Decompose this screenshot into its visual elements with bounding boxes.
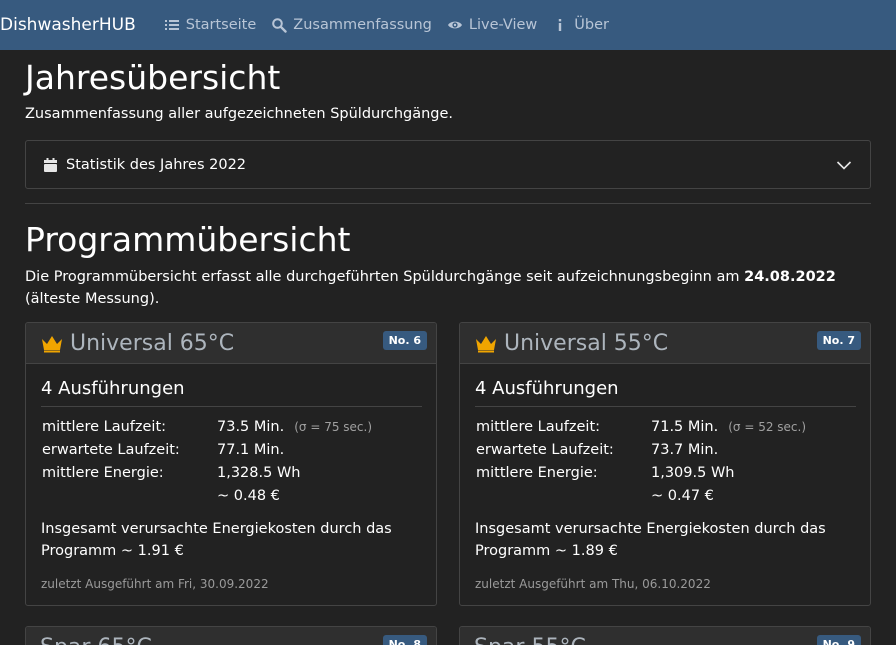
expected-runtime-value: 77.1 Min. xyxy=(217,441,285,458)
total-cost-summary: Insgesamt verursachte Energiekosten durc… xyxy=(41,518,411,562)
nav-startseite-label: Startseite xyxy=(185,17,257,33)
info-icon xyxy=(559,19,562,31)
run-count: 4 Ausführungen xyxy=(475,378,856,407)
search-icon xyxy=(272,18,287,33)
runtime-sigma: (σ = 52 sec.) xyxy=(728,419,807,434)
total-cost-value: ~ 1.89 € xyxy=(554,543,618,559)
first-measurement-date: 24.08.2022 xyxy=(744,269,836,285)
program-card-header: Universal 65°C No. 6 xyxy=(26,323,436,364)
year-overview-lead: Zusammenfassung aller aufgezeichneten Sp… xyxy=(25,106,454,122)
nav-startseite[interactable]: Startseite xyxy=(164,17,257,33)
nav-live-view[interactable]: Live-View xyxy=(447,17,537,33)
list-icon xyxy=(164,20,179,30)
avg-runtime-label: mittlere Laufzeit: xyxy=(42,418,167,435)
last-run-date: zuletzt Ausgeführt am Fri, 30.09.2022 xyxy=(41,577,269,591)
lead-text-start: Die Programmübersicht erfasst alle durch… xyxy=(25,269,745,285)
nav-ueber[interactable]: Über xyxy=(552,17,609,33)
crown-icon xyxy=(476,336,496,353)
expected-runtime-label: erwartete Laufzeit: xyxy=(42,441,180,458)
chevron-down-icon[interactable] xyxy=(836,157,852,173)
avg-cost-value: ~ 0.48 € xyxy=(217,487,280,504)
expected-runtime-value: 73.7 Min. xyxy=(651,441,719,458)
avg-cost-value: ~ 0.47 € xyxy=(651,487,714,504)
run-count: 4 Ausführungen xyxy=(41,378,422,407)
avg-energy-value: 1,309.5 Wh xyxy=(651,464,735,481)
divider xyxy=(25,203,871,204)
crown-icon xyxy=(42,336,62,353)
brand-logo[interactable]: DishwasherHUB xyxy=(0,15,136,35)
program-card-header: Universal 55°C No. 7 xyxy=(460,323,870,364)
program-overview-lead: Die Programmübersicht erfasst alle durch… xyxy=(25,266,871,310)
eye-icon xyxy=(447,21,462,29)
avg-energy-value: 1,328.5 Wh xyxy=(217,464,301,481)
expected-runtime-label: erwartete Laufzeit: xyxy=(476,441,614,458)
nav-live-view-label: Live-View xyxy=(468,17,538,33)
program-number-badge: No. 6 xyxy=(382,331,427,350)
summary-text: Insgesamt verursachte Energiekosten durc… xyxy=(41,521,392,559)
avg-runtime-value: 71.5 Min. xyxy=(651,418,719,435)
avg-energy-label: mittlere Energie: xyxy=(476,464,598,481)
nav-zusammenfassung-label: Zusammenfassung xyxy=(293,17,432,33)
program-name: Universal 65°C xyxy=(70,330,235,356)
nav-ueber-label: Über xyxy=(574,17,609,33)
lead-text-end: (älteste Messung). xyxy=(25,291,160,307)
program-card: Spar 55°C No. 9 xyxy=(459,626,871,645)
program-number-badge: No. 7 xyxy=(816,331,861,350)
total-cost-value: ~ 1.91 € xyxy=(120,543,184,559)
program-card-header: Spar 65°C No. 8 xyxy=(26,627,436,645)
year-statistics-accordion[interactable]: Statistik des Jahres 2022 xyxy=(25,140,871,189)
navbar: DishwasherHUB Startseite Zusammenfassung… xyxy=(0,0,896,50)
program-card: Universal 65°C No. 6 4 Ausführungen mitt… xyxy=(25,322,437,606)
calendar-icon xyxy=(44,157,57,172)
program-card: Spar 65°C No. 8 xyxy=(25,626,437,645)
avg-energy-label: mittlere Energie: xyxy=(42,464,164,481)
year-overview-title: Jahresübersicht xyxy=(25,58,281,97)
avg-runtime-value: 73.5 Min. xyxy=(217,418,285,435)
program-overview-title: Programmübersicht xyxy=(25,220,351,259)
program-name: Universal 55°C xyxy=(504,330,669,356)
program-card-header: Spar 55°C No. 9 xyxy=(460,627,870,645)
last-run-date: zuletzt Ausgeführt am Thu, 06.10.2022 xyxy=(475,577,711,591)
nav-zusammenfassung[interactable]: Zusammenfassung xyxy=(271,17,432,33)
runtime-sigma: (σ = 75 sec.) xyxy=(294,419,373,434)
program-number-badge: No. 9 xyxy=(816,635,861,645)
program-name: Spar 65°C xyxy=(40,635,152,645)
program-number-badge: No. 8 xyxy=(382,635,427,645)
program-card: Universal 55°C No. 7 4 Ausführungen mitt… xyxy=(459,322,871,606)
program-name: Spar 55°C xyxy=(474,635,586,645)
avg-runtime-label: mittlere Laufzeit: xyxy=(476,418,601,435)
accordion-label: Statistik des Jahres 2022 xyxy=(66,156,247,173)
summary-text: Insgesamt verursachte Energiekosten durc… xyxy=(475,521,826,559)
total-cost-summary: Insgesamt verursachte Energiekosten durc… xyxy=(475,518,845,562)
